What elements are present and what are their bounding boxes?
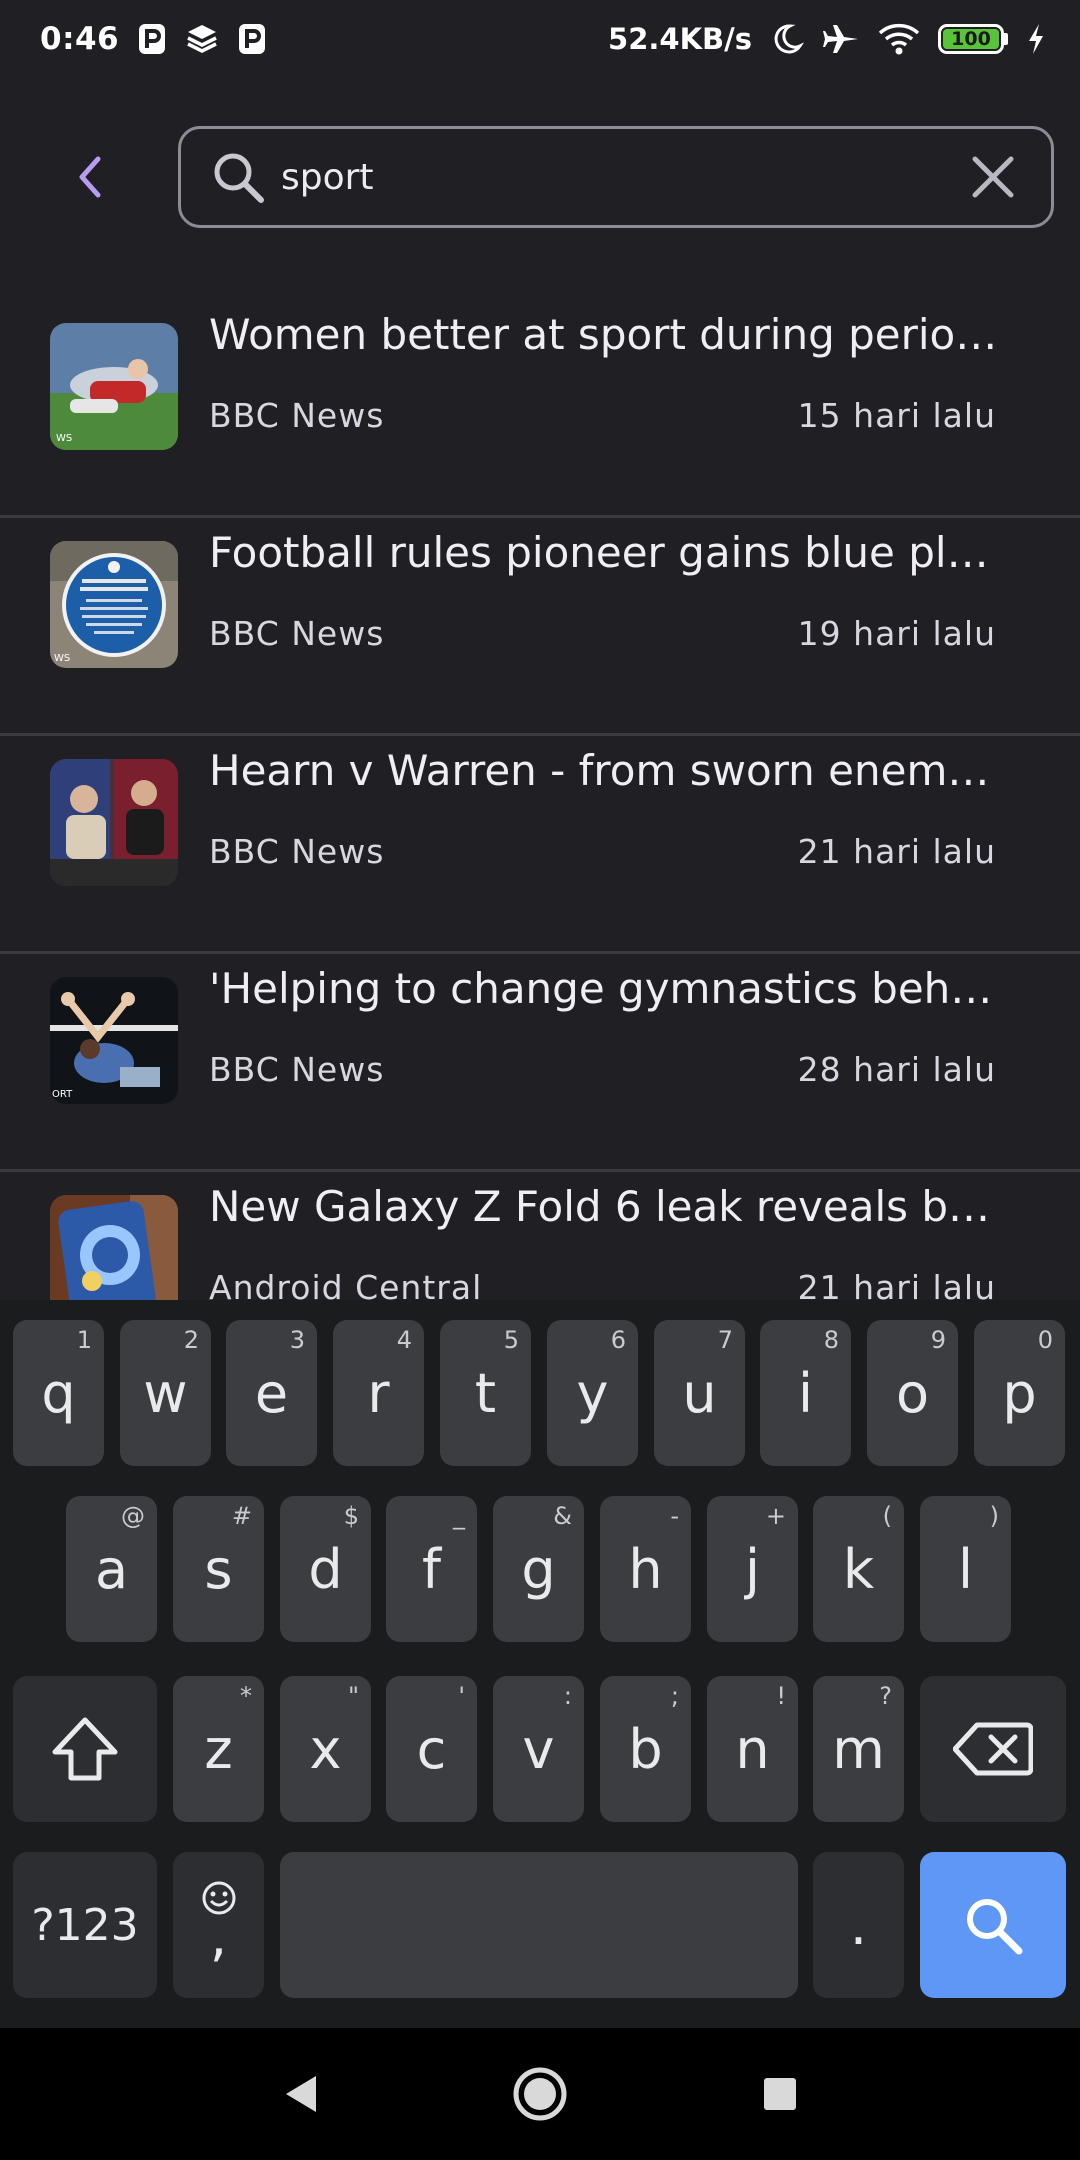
key-b[interactable]: b; <box>600 1676 691 1822</box>
p-app-icon <box>237 22 267 56</box>
news-title: 'Helping to change gymnastics behind the… <box>209 964 999 1013</box>
news-title: Women better at sport during periods, re… <box>209 310 999 359</box>
search-key[interactable] <box>920 1852 1066 1998</box>
news-time: 28 hari lalu <box>797 1050 996 1089</box>
search-icon <box>967 1899 1023 1955</box>
key-g[interactable]: g & <box>493 1496 584 1642</box>
news-time: 15 hari lalu <box>797 396 996 435</box>
navigation-bar <box>0 2028 1080 2160</box>
news-title: Football rules pioneer gains blue plaque <box>209 528 999 577</box>
key-r[interactable]: r4 <box>333 1320 424 1466</box>
status-bar: 0:46 52.4KB/s 100 <box>0 0 1080 78</box>
key-u[interactable]: u7 <box>654 1320 745 1466</box>
news-thumbnail: WS <box>50 323 178 450</box>
news-time: 21 hari lalu <box>797 832 996 871</box>
circle-home-icon <box>513 2067 567 2121</box>
key-a[interactable]: a @ <box>66 1496 157 1642</box>
battery-icon: 100 <box>938 24 1008 54</box>
key-t[interactable]: t5 <box>440 1320 531 1466</box>
key-y[interactable]: y6 <box>547 1320 638 1466</box>
nav-recents-button[interactable] <box>745 2059 815 2129</box>
space-key[interactable] <box>280 1852 798 1998</box>
nav-back-button[interactable] <box>265 2059 335 2129</box>
svg-text:ORT: ORT <box>52 1089 73 1100</box>
on-screen-keyboard: q1 w2 e3 r4 t5 y6 u7 i8 o9 p0 a @ s # d $ f… <box>0 1300 1080 2028</box>
chevron-left-icon <box>79 156 101 198</box>
status-right: 52.4KB/s 100 <box>608 22 1046 56</box>
svg-text:WS: WS <box>54 653 70 664</box>
triangle-back-icon <box>286 2076 316 2112</box>
clear-button[interactable] <box>965 149 1021 205</box>
status-left: 0:46 <box>40 21 267 57</box>
key-o[interactable]: o9 <box>867 1320 958 1466</box>
key-z[interactable]: z * <box>173 1676 264 1822</box>
network-speed: 52.4KB/s <box>608 22 752 56</box>
key-p[interactable]: p0 <box>974 1320 1065 1466</box>
key-j[interactable]: j + <box>707 1496 798 1642</box>
battery-level: 100 <box>943 28 999 50</box>
key-i[interactable]: i8 <box>760 1320 851 1466</box>
shift-key[interactable] <box>13 1676 157 1822</box>
airplane-icon <box>822 22 860 56</box>
key-e[interactable]: e3 <box>226 1320 317 1466</box>
key-s[interactable]: s # <box>173 1496 264 1642</box>
period-key[interactable]: . <box>813 1852 904 1998</box>
news-results-list: WS Women better at sport during periods,… <box>0 300 1080 1300</box>
search-input[interactable] <box>281 156 965 198</box>
news-thumbnail: ORT <box>50 977 178 1104</box>
backspace-icon <box>953 1722 1033 1776</box>
news-item[interactable]: WS Women better at sport during periods,… <box>0 300 1080 518</box>
news-item[interactable]: Hearn v Warren - from sworn enemies to a… <box>0 736 1080 954</box>
search-icon <box>209 148 267 206</box>
clock: 0:46 <box>40 21 120 57</box>
p-app-icon <box>137 22 167 56</box>
key-d[interactable]: d $ <box>280 1496 371 1642</box>
nav-home-button[interactable] <box>505 2059 575 2129</box>
news-thumbnail <box>50 759 178 886</box>
news-title: New Galaxy Z Fold 6 leak reveals big cha… <box>209 1182 999 1231</box>
key-m[interactable]: m? <box>813 1676 904 1822</box>
key-n[interactable]: n! <box>707 1676 798 1822</box>
square-recents-icon <box>764 2078 796 2110</box>
charging-icon <box>1026 22 1046 56</box>
news-time: 21 hari lalu <box>797 1268 996 1300</box>
back-button[interactable] <box>62 146 118 208</box>
news-source: BBC News <box>209 1050 385 1089</box>
news-thumbnail: WS <box>50 541 178 668</box>
comma-emoji-key[interactable]: , <box>173 1852 264 1998</box>
key-k[interactable]: k( <box>813 1496 904 1642</box>
news-source: BBC News <box>209 614 385 653</box>
key-f[interactable]: f _ <box>386 1496 477 1642</box>
key-x[interactable]: x " <box>280 1676 371 1822</box>
key-w[interactable]: w2 <box>120 1320 211 1466</box>
key-q[interactable]: q1 <box>13 1320 104 1466</box>
svg-text:WS: WS <box>56 433 72 444</box>
wifi-icon <box>878 22 920 56</box>
news-time: 19 hari lalu <box>797 614 996 653</box>
shift-icon <box>52 1717 118 1781</box>
news-source: BBC News <box>209 832 385 871</box>
layers-app-icon <box>185 22 219 56</box>
symbols-key[interactable]: ?123 <box>13 1852 157 1998</box>
news-item[interactable]: New Galaxy Z Fold 6 leak reveals big cha… <box>0 1172 1080 1300</box>
key-h[interactable]: h- <box>600 1496 691 1642</box>
moon-icon <box>770 22 804 56</box>
backspace-key[interactable] <box>920 1676 1066 1822</box>
search-header <box>0 112 1080 242</box>
close-icon <box>972 156 1014 198</box>
key-v[interactable]: v: <box>493 1676 584 1822</box>
news-title: Hearn v Warren - from sworn enemies to a… <box>209 746 999 795</box>
news-thumbnail <box>50 1195 178 1300</box>
news-source: Android Central <box>209 1268 483 1300</box>
key-c[interactable]: c ' <box>386 1676 477 1822</box>
search-box[interactable] <box>178 126 1054 228</box>
key-l[interactable]: l) <box>920 1496 1011 1642</box>
news-source: BBC News <box>209 396 385 435</box>
news-item[interactable]: ORT 'Helping to change gymnastics behind… <box>0 954 1080 1172</box>
news-item[interactable]: WS Football rules pioneer gains blue pla… <box>0 518 1080 736</box>
